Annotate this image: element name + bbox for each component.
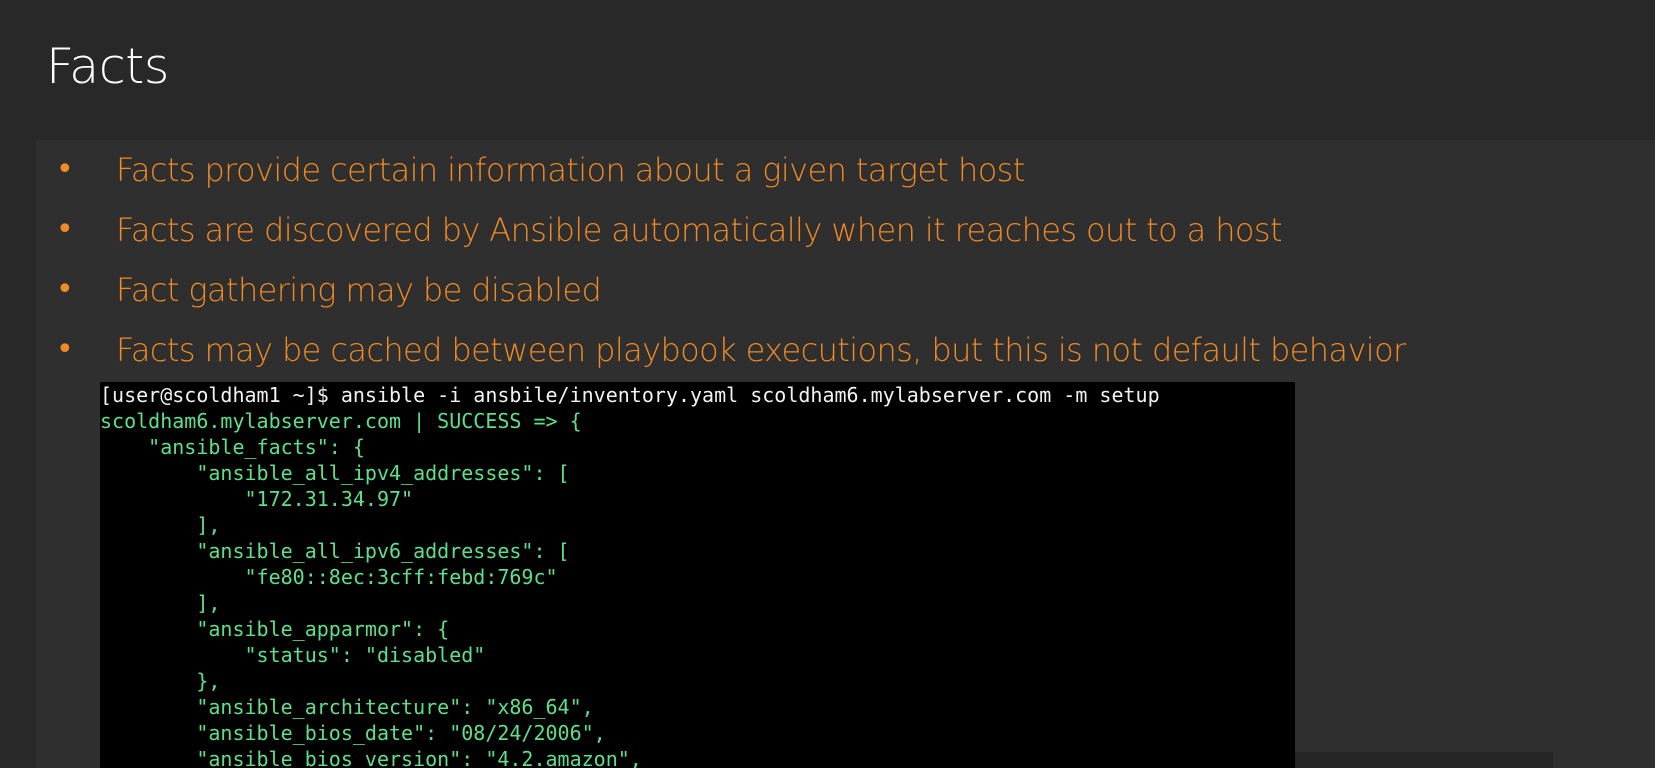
terminal-output-line: "ansible_bios_version": "4.2.amazon",	[100, 747, 642, 768]
terminal-command-line: [user@scoldham1 ~]$ ansible -i ansbile/i…	[100, 383, 1160, 407]
bullet-dot-icon: •	[56, 212, 74, 247]
terminal-output-line: "fe80::8ec:3cff:febd:769c"	[100, 565, 558, 589]
terminal-output-line: "ansible_all_ipv6_addresses": [	[100, 539, 570, 563]
terminal-output-line: "ansible_architecture": "x86_64",	[100, 695, 594, 719]
terminal-output-line: ],	[100, 591, 221, 615]
terminal-output-line: "ansible_facts": {	[100, 435, 365, 459]
bullet-dot-icon: •	[56, 272, 74, 307]
terminal-output-line: "172.31.34.97"	[100, 487, 414, 511]
terminal-output-line: },	[100, 669, 221, 693]
bullet-text: Facts are discovered by Ansible automati…	[116, 211, 1283, 249]
decorative-panel	[1295, 752, 1553, 768]
terminal-output-line: "status": "disabled"	[100, 643, 486, 667]
bullet-dot-icon: •	[56, 332, 74, 367]
bullet-text: Facts may be cached between playbook exe…	[116, 331, 1406, 369]
terminal-output-line: "ansible_all_ipv4_addresses": [	[100, 461, 570, 485]
terminal-screenshot: [user@scoldham1 ~]$ ansible -i ansbile/i…	[100, 382, 1295, 768]
bullet-dot-icon: •	[56, 152, 74, 187]
bullet-text: Fact gathering may be disabled	[116, 271, 602, 309]
terminal-output-line: ],	[100, 513, 221, 537]
slide-title: Facts	[46, 38, 169, 95]
terminal-output-line: "ansible_bios_date": "08/24/2006",	[100, 721, 606, 745]
terminal-output-line: scoldham6.mylabserver.com | SUCCESS => {	[100, 409, 582, 433]
terminal-output-line: "ansible_apparmor": {	[100, 617, 450, 641]
bullet-text: Facts provide certain information about …	[116, 151, 1025, 189]
